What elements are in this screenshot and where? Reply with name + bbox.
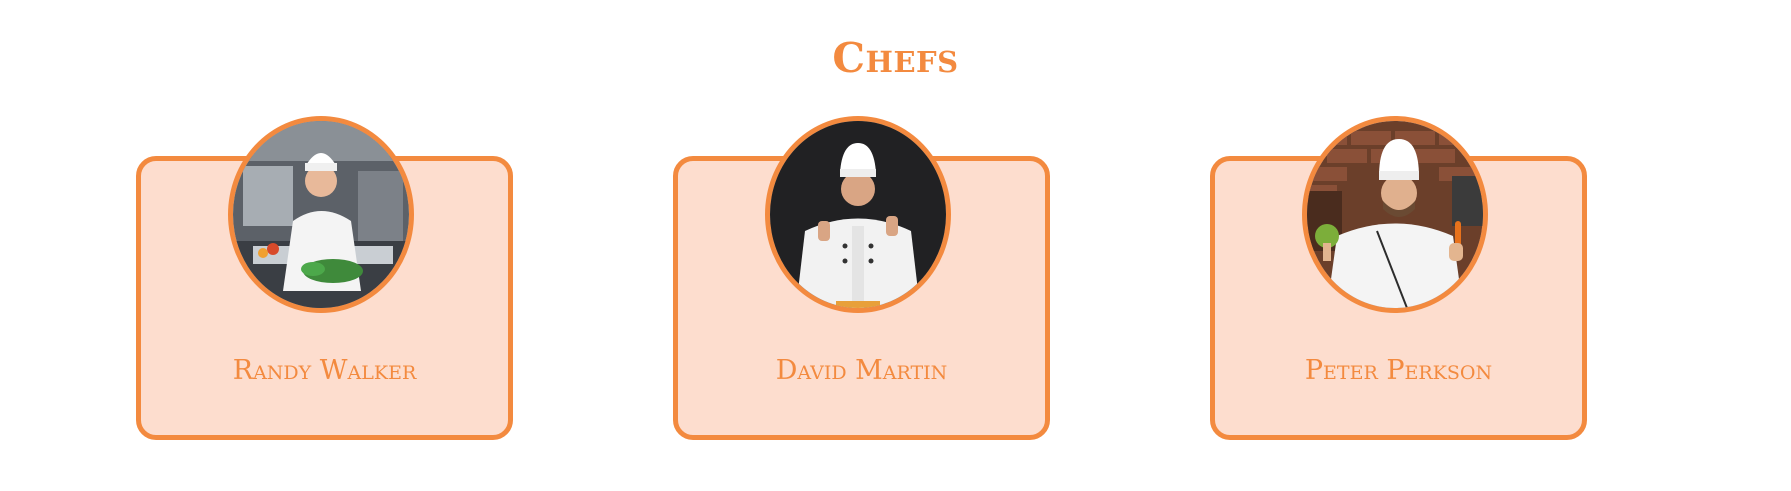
chef-name: David Martin [775, 355, 948, 386]
section-title: Chefs [832, 34, 959, 82]
chef-photo-kitchen-icon [228, 116, 414, 313]
chef-name: Randy Walker [232, 355, 417, 386]
chef-photo-thumbs-up-icon [765, 116, 951, 313]
chef-name: Peter Perkson [1304, 355, 1493, 386]
chef-photo-brick-wall-icon [1302, 116, 1488, 313]
